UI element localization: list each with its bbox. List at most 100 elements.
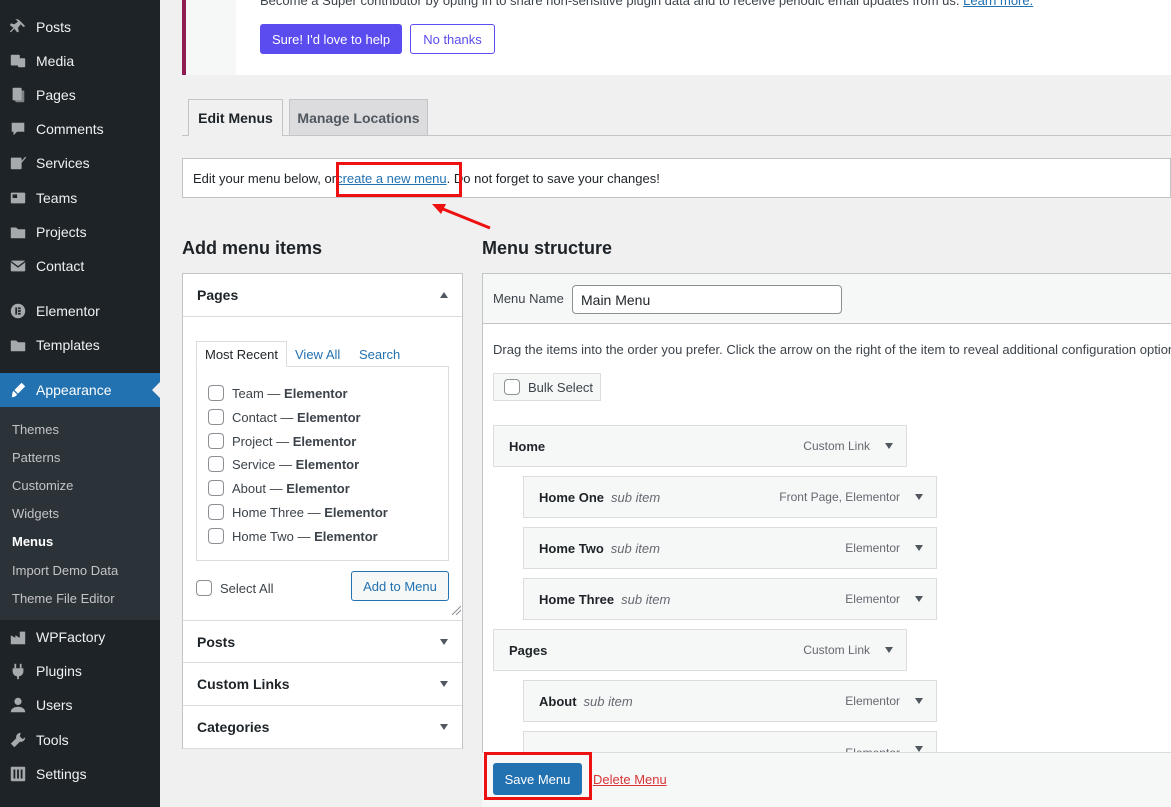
checkbox[interactable] bbox=[208, 409, 224, 425]
expand-arrow-icon[interactable] bbox=[915, 494, 923, 500]
sidebar-item-users[interactable]: Users bbox=[0, 688, 160, 722]
expand-arrow-icon[interactable] bbox=[915, 596, 923, 602]
submenu-customize[interactable]: Customize bbox=[12, 478, 73, 493]
annotation-arrow-icon bbox=[432, 204, 491, 230]
expand-arrow-icon bbox=[440, 638, 448, 645]
menu-name-input[interactable] bbox=[572, 285, 842, 314]
sidebar-item-label: Templates bbox=[36, 337, 100, 353]
notice-icon-area bbox=[186, 0, 236, 75]
user-icon bbox=[8, 695, 28, 715]
submenu-theme-file-editor[interactable]: Theme File Editor bbox=[12, 591, 115, 606]
expand-arrow-icon[interactable] bbox=[915, 545, 923, 551]
expand-arrow-icon bbox=[440, 724, 448, 730]
settings-icon bbox=[8, 764, 28, 784]
sidebar-item-templates[interactable]: Templates bbox=[0, 328, 160, 362]
tab-search[interactable]: Search bbox=[359, 347, 400, 362]
pages-icon bbox=[8, 85, 28, 105]
plugin-icon bbox=[8, 661, 28, 681]
sidebar-item-settings[interactable]: Settings bbox=[0, 757, 160, 791]
admin-sidebar: Posts Media Pages Comments Services Team… bbox=[0, 0, 160, 807]
add-to-menu-button[interactable]: Add to Menu bbox=[351, 571, 449, 601]
page-checklist-item[interactable]: Contact — Elementor bbox=[208, 408, 361, 426]
checkbox[interactable] bbox=[196, 580, 212, 596]
accordion-title: Custom Links bbox=[197, 676, 290, 692]
expand-arrow-icon[interactable] bbox=[915, 698, 923, 704]
drag-instructions: Drag the items into the order you prefer… bbox=[493, 342, 1171, 357]
sidebar-item-pages[interactable]: Pages bbox=[0, 78, 160, 112]
comments-icon bbox=[8, 119, 28, 139]
menu-item-home-two[interactable]: Home Two sub item Elementor bbox=[523, 527, 937, 569]
factory-icon bbox=[8, 627, 28, 647]
page-builder: Elementor bbox=[297, 409, 361, 425]
sidebar-item-plugins[interactable]: Plugins bbox=[0, 654, 160, 688]
page-checklist-item[interactable]: Service — Elementor bbox=[208, 455, 359, 473]
menu-item-type: Custom Link bbox=[803, 439, 870, 453]
sidebar-item-elementor[interactable]: Elementor bbox=[0, 294, 160, 328]
submenu-themes[interactable]: Themes bbox=[12, 422, 59, 437]
page-checklist-item[interactable]: About — Elementor bbox=[208, 479, 350, 497]
sidebar-item-label: Plugins bbox=[36, 663, 82, 679]
menu-item-pages[interactable]: Pages Custom Link bbox=[493, 629, 907, 671]
sidebar-item-comments[interactable]: Comments bbox=[0, 112, 160, 146]
accordion-pages-header[interactable]: Pages bbox=[183, 274, 462, 317]
manage-text-before: Edit your menu below, or bbox=[193, 170, 337, 186]
resize-grip-icon[interactable] bbox=[452, 606, 461, 615]
accordion-custom-links-header[interactable]: Custom Links bbox=[183, 663, 462, 706]
accordion-title: Pages bbox=[197, 287, 239, 303]
tab-edit-menus[interactable]: Edit Menus bbox=[188, 99, 283, 136]
accordion-posts-header[interactable]: Posts bbox=[183, 620, 462, 663]
page-checklist-item[interactable]: Project — Elementor bbox=[208, 432, 356, 450]
submenu-widgets[interactable]: Widgets bbox=[12, 506, 59, 521]
sidebar-item-appearance[interactable]: Appearance bbox=[0, 373, 160, 407]
sidebar-item-projects[interactable]: Projects bbox=[0, 215, 160, 249]
page-builder: Elementor bbox=[292, 433, 357, 449]
page-name: Service bbox=[232, 456, 276, 472]
tab-manage-locations[interactable]: Manage Locations bbox=[289, 99, 428, 135]
opt-in-decline-button[interactable]: No thanks bbox=[410, 24, 495, 54]
submenu-patterns[interactable]: Patterns bbox=[12, 450, 60, 465]
tab-view-all[interactable]: View All bbox=[295, 347, 340, 362]
sidebar-item-contact[interactable]: Contact bbox=[0, 249, 160, 283]
checkbox[interactable] bbox=[208, 480, 224, 496]
page-checklist-item[interactable]: Home Three — Elementor bbox=[208, 503, 388, 521]
opt-in-accept-button[interactable]: Sure! I'd love to help bbox=[260, 24, 402, 54]
submenu-menus[interactable]: Menus bbox=[12, 534, 53, 549]
checkbox[interactable] bbox=[208, 456, 224, 472]
learn-more-link[interactable]: Learn more. bbox=[963, 0, 1033, 8]
sidebar-item-wpfactory[interactable]: WPFactory bbox=[0, 620, 160, 654]
select-all-checkbox[interactable]: Select All bbox=[196, 579, 273, 597]
checkbox[interactable] bbox=[208, 433, 224, 449]
dash-separator: — bbox=[263, 385, 285, 401]
tab-most-recent[interactable]: Most Recent bbox=[196, 341, 287, 367]
notice-message: Become a Super contributor by opting in … bbox=[260, 0, 960, 8]
menu-item-service[interactable]: Servicesub itemElementor bbox=[523, 731, 937, 752]
sidebar-item-tools[interactable]: Tools bbox=[0, 723, 160, 757]
menu-item-about[interactable]: About sub item Elementor bbox=[523, 680, 937, 722]
bulk-select-button[interactable]: Bulk Select bbox=[493, 373, 601, 401]
page-checklist-item[interactable]: Home Two — Elementor bbox=[208, 527, 378, 545]
folder-icon bbox=[8, 222, 28, 242]
sidebar-item-label: Users bbox=[36, 697, 73, 713]
menu-item-home-three[interactable]: Home Three sub item Elementor bbox=[523, 578, 937, 620]
sidebar-item-services[interactable]: Services bbox=[0, 146, 160, 180]
sidebar-item-posts[interactable]: Posts bbox=[0, 10, 160, 44]
expand-arrow-icon[interactable] bbox=[885, 443, 893, 449]
menu-item-subtag: sub item bbox=[610, 540, 660, 556]
sidebar-item-label: Pages bbox=[36, 87, 76, 103]
appearance-submenu: Themes Patterns Customize Widgets Menus … bbox=[0, 407, 160, 620]
checkbox[interactable] bbox=[208, 504, 224, 520]
sidebar-item-media[interactable]: Media bbox=[0, 44, 160, 78]
submenu-import-demo-data[interactable]: Import Demo Data bbox=[12, 563, 118, 578]
checkbox[interactable] bbox=[504, 379, 520, 395]
checkbox[interactable] bbox=[208, 385, 224, 401]
sidebar-item-teams[interactable]: Teams bbox=[0, 181, 160, 215]
select-all-label: Select All bbox=[220, 580, 274, 596]
expand-arrow-icon[interactable] bbox=[885, 647, 893, 653]
accordion-categories-header[interactable]: Categories bbox=[183, 706, 462, 749]
checkbox[interactable] bbox=[208, 528, 224, 544]
delete-menu-link[interactable]: Delete Menu bbox=[593, 772, 667, 787]
menu-item-home[interactable]: Home Custom Link bbox=[493, 425, 907, 467]
page-checklist-item[interactable]: Team — Elementor bbox=[208, 384, 348, 402]
media-icon bbox=[8, 51, 28, 71]
menu-item-home-one[interactable]: Home One sub item Front Page, Elementor bbox=[523, 476, 937, 518]
